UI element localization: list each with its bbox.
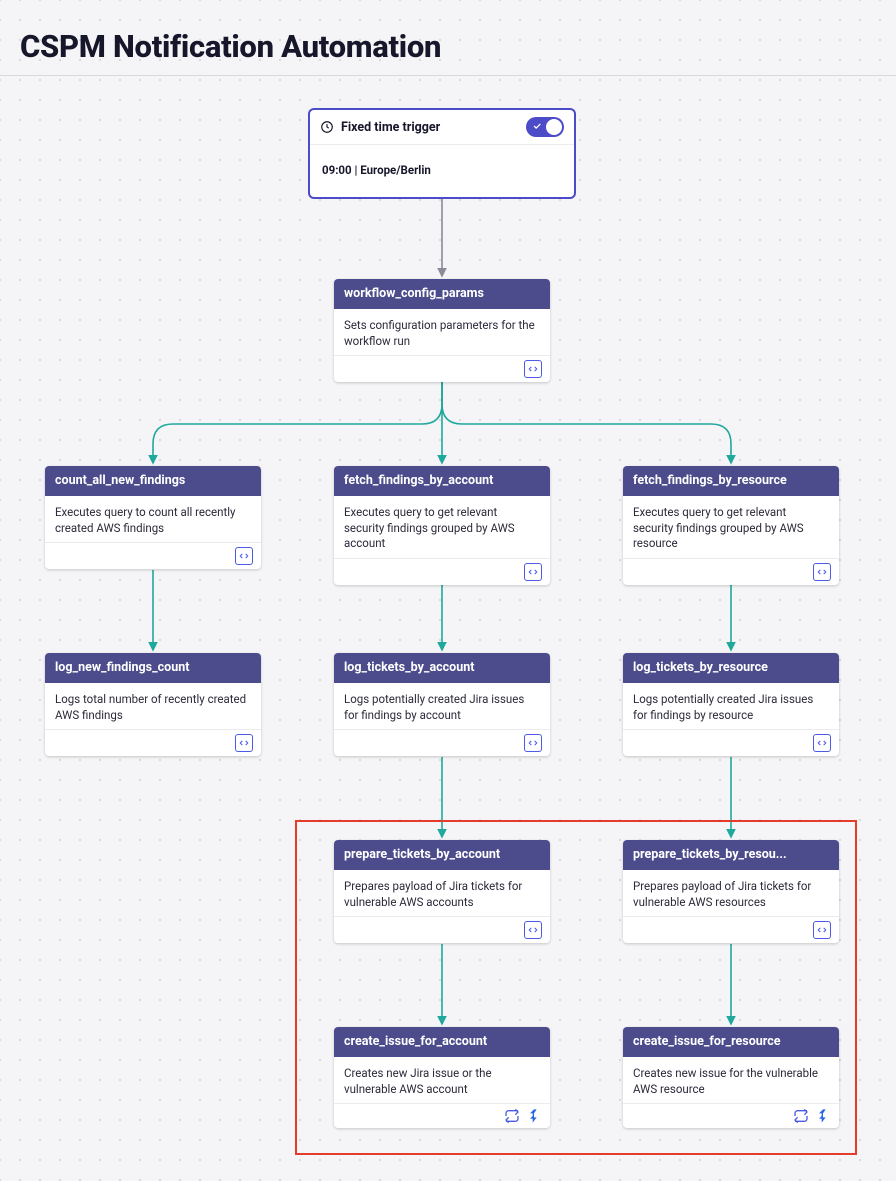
- node-title: create_issue_for_account: [334, 1027, 550, 1057]
- node-footer: [45, 542, 261, 569]
- code-icon: [524, 360, 542, 378]
- node-prepare-by-account[interactable]: prepare_tickets_by_account Prepares payl…: [334, 840, 550, 943]
- node-workflow-config[interactable]: workflow_config_params Sets configuratio…: [334, 279, 550, 382]
- loop-icon: [504, 1108, 520, 1124]
- node-footer: [623, 729, 839, 756]
- node-footer: [623, 558, 839, 585]
- trigger-label: Fixed time trigger: [341, 120, 440, 135]
- node-footer: [623, 916, 839, 943]
- page-title: CSPM Notification Automation: [20, 28, 876, 65]
- node-desc: Executes query to get relevant security …: [623, 496, 839, 558]
- trigger-schedule: 09:00 | Europe/Berlin: [310, 145, 574, 197]
- node-desc: Logs potentially created Jira issues for…: [623, 683, 839, 729]
- loop-icon: [793, 1108, 809, 1124]
- node-footer: [623, 1103, 839, 1128]
- node-desc: Creates new issue for the vulnerable AWS…: [623, 1057, 839, 1103]
- node-title: prepare_tickets_by_account: [334, 840, 550, 870]
- node-title: log_tickets_by_account: [334, 653, 550, 683]
- node-desc: Prepares payload of Jira tickets for vul…: [623, 870, 839, 916]
- jira-icon: [526, 1108, 542, 1124]
- node-log-by-account[interactable]: log_tickets_by_account Logs potentially …: [334, 653, 550, 756]
- node-count-all[interactable]: count_all_new_findings Executes query to…: [45, 466, 261, 569]
- node-desc: Executes query to count all recently cre…: [45, 496, 261, 542]
- node-desc: Sets configuration parameters for the wo…: [334, 309, 550, 355]
- node-log-by-resource[interactable]: log_tickets_by_resource Logs potentially…: [623, 653, 839, 756]
- node-footer: [334, 729, 550, 756]
- node-title: log_tickets_by_resource: [623, 653, 839, 683]
- node-title: create_issue_for_resource: [623, 1027, 839, 1057]
- node-prepare-by-resource[interactable]: prepare_tickets_by_resou... Prepares pay…: [623, 840, 839, 943]
- code-icon: [524, 563, 542, 581]
- node-fetch-by-resource[interactable]: fetch_findings_by_resource Executes quer…: [623, 466, 839, 585]
- node-title: workflow_config_params: [334, 279, 550, 309]
- node-title: fetch_findings_by_account: [334, 466, 550, 496]
- node-footer: [45, 729, 261, 756]
- node-title: count_all_new_findings: [45, 466, 261, 496]
- trigger-header: Fixed time trigger: [310, 110, 574, 145]
- node-create-resource[interactable]: create_issue_for_resource Creates new is…: [623, 1027, 839, 1128]
- node-log-count[interactable]: log_new_findings_count Logs total number…: [45, 653, 261, 756]
- page-header: CSPM Notification Automation: [0, 0, 896, 76]
- code-icon: [235, 734, 253, 752]
- code-icon: [524, 921, 542, 939]
- node-desc: Logs potentially created Jira issues for…: [334, 683, 550, 729]
- node-title: fetch_findings_by_resource: [623, 466, 839, 496]
- trigger-toggle[interactable]: [526, 117, 564, 137]
- code-icon: [524, 734, 542, 752]
- node-desc: Logs total number of recently created AW…: [45, 683, 261, 729]
- code-icon: [813, 921, 831, 939]
- code-icon: [813, 563, 831, 581]
- code-icon: [813, 734, 831, 752]
- node-footer: [334, 1103, 550, 1128]
- node-desc: Executes query to get relevant security …: [334, 496, 550, 558]
- code-icon: [235, 547, 253, 565]
- node-footer: [334, 558, 550, 585]
- jira-icon: [815, 1108, 831, 1124]
- node-title: log_new_findings_count: [45, 653, 261, 683]
- node-footer: [334, 355, 550, 382]
- node-create-account[interactable]: create_issue_for_account Creates new Jir…: [334, 1027, 550, 1128]
- node-title: prepare_tickets_by_resou...: [623, 840, 839, 870]
- node-footer: [334, 916, 550, 943]
- check-icon: [532, 121, 542, 131]
- trigger-node[interactable]: Fixed time trigger 09:00 | Europe/Berlin: [308, 108, 576, 199]
- node-fetch-by-account[interactable]: fetch_findings_by_account Executes query…: [334, 466, 550, 585]
- node-desc: Prepares payload of Jira tickets for vul…: [334, 870, 550, 916]
- node-desc: Creates new Jira issue or the vulnerable…: [334, 1057, 550, 1103]
- clock-icon: [320, 120, 334, 134]
